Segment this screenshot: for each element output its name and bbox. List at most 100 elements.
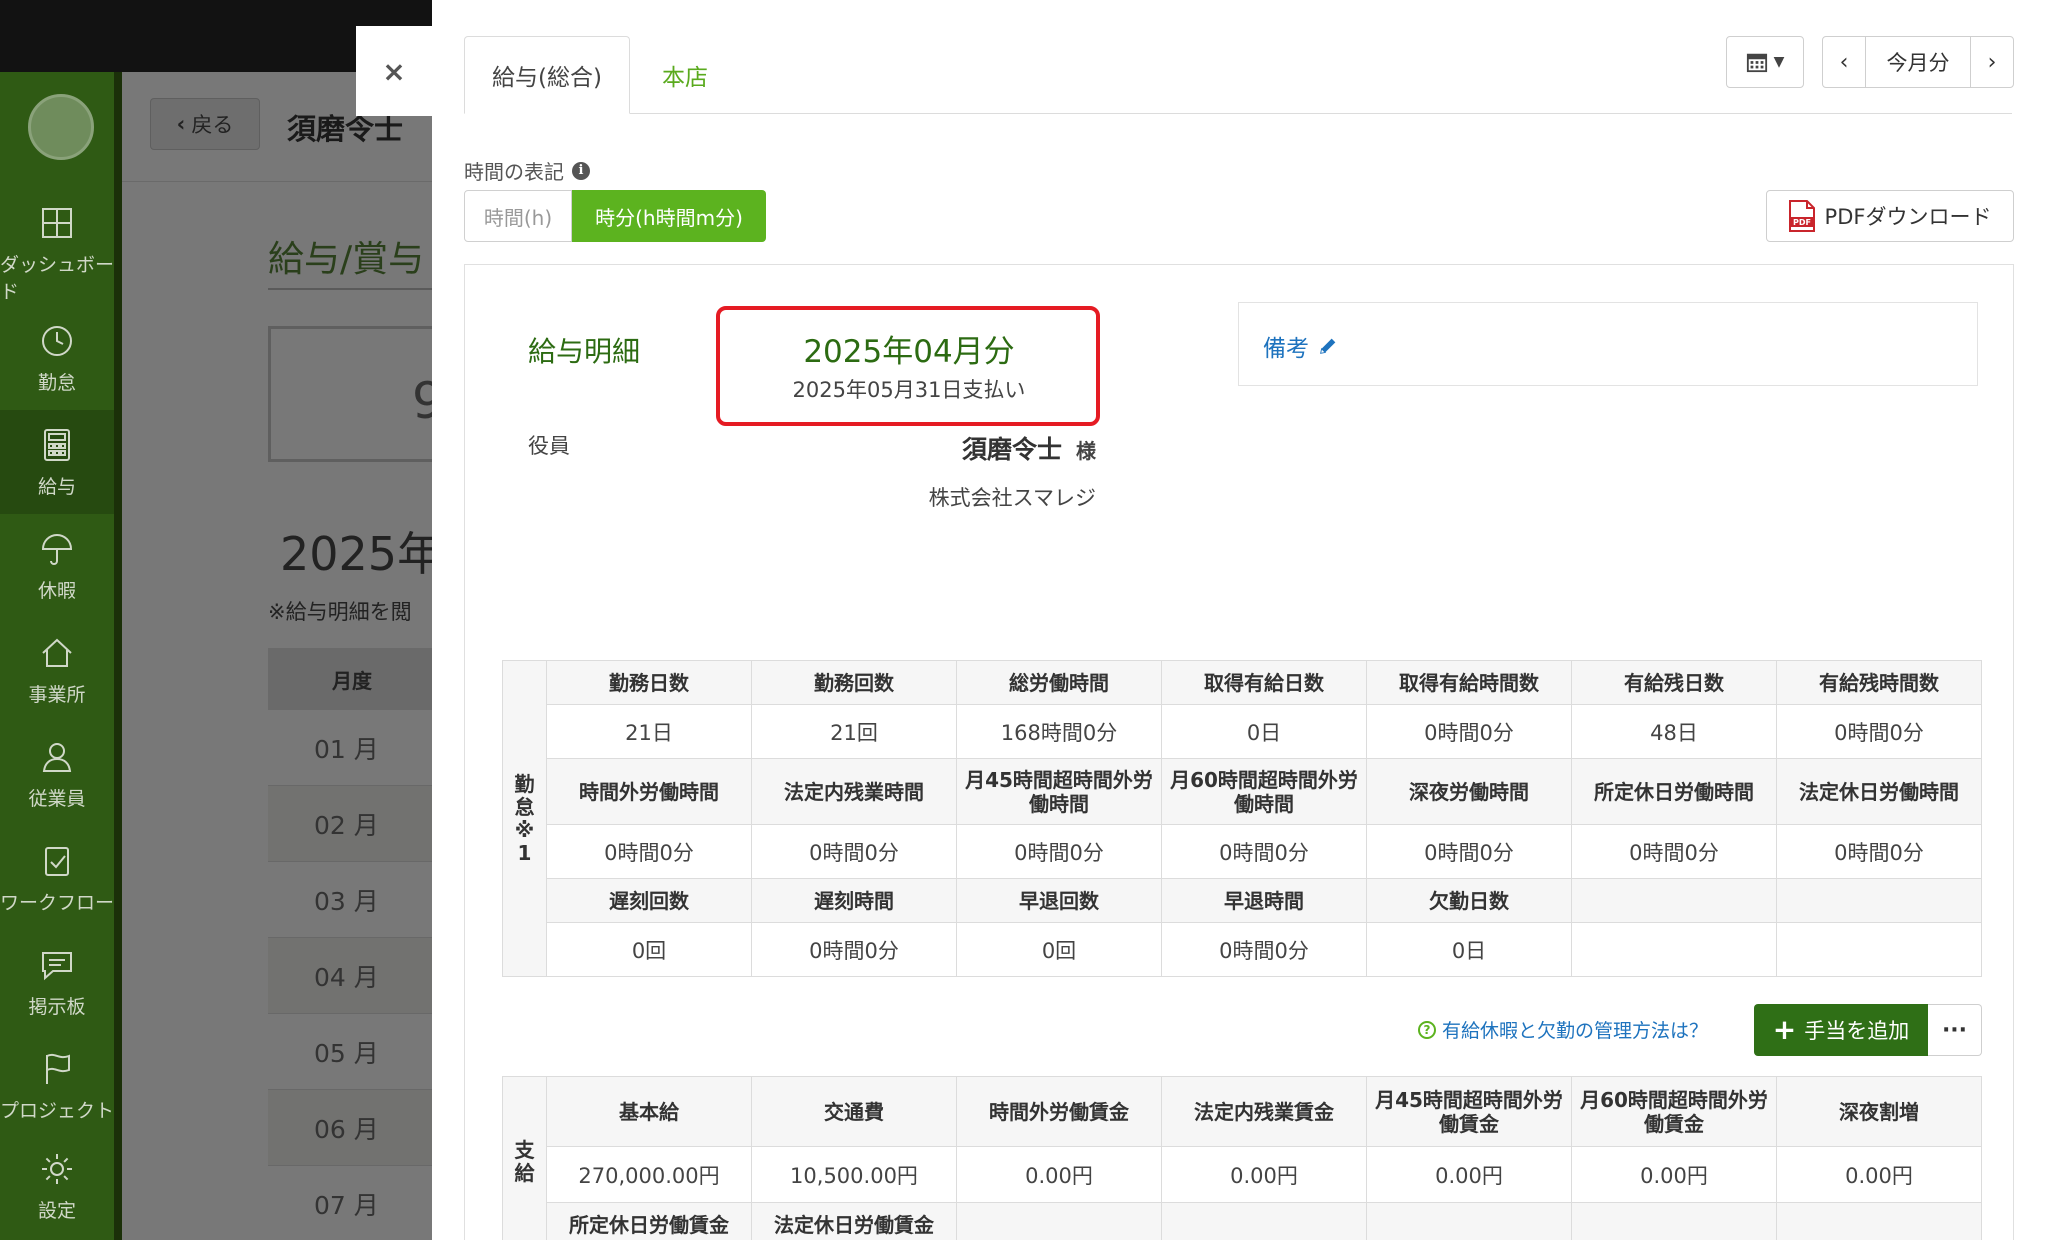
sidebar-item-4[interactable]: 休暇 (0, 514, 114, 618)
format-hours-button[interactable]: 時間(h) (464, 190, 572, 242)
month-row[interactable]: 01 月 (268, 710, 448, 786)
column-header: 所定休日労働時間 (1571, 758, 1777, 825)
table-cell: 0.00円 (956, 1146, 1162, 1203)
umbrella-icon (38, 530, 76, 568)
sidebar-item-2[interactable]: 勤怠 (0, 306, 114, 410)
tab-salary-total[interactable]: 給与(総合) (464, 36, 630, 114)
honorific: 様 (1076, 439, 1096, 463)
remarks-edit-link[interactable]: 備考 (1263, 329, 1339, 363)
table-row: 0回 0時間0分 0回 0時間0分 0日 (503, 922, 1982, 977)
table-cell: 0回 (546, 922, 752, 977)
table-row: 270,000.00円 10,500.00円 0.00円 0.00円 0.00円 0.00… (503, 1146, 1982, 1203)
month-navigation: ‹ 今月分 › (1822, 36, 2014, 88)
format-hours-minutes-button[interactable]: 時分(h時間m分) (572, 190, 766, 242)
sidebar-item-10[interactable]: 設定 (0, 1134, 114, 1238)
column-header: 勤務日数 (546, 660, 752, 705)
table-cell: 0時間0分 (751, 922, 957, 977)
column-header: 基本給 (546, 1076, 752, 1147)
column-header: 取得有給日数 (1161, 660, 1367, 705)
chevron-left-icon: ‹ (1839, 49, 1849, 75)
pdf-download-label: PDFダウンロード (1824, 205, 1992, 229)
month-row[interactable]: 04 月 (268, 938, 448, 1014)
month-row[interactable]: 07 月 (268, 1166, 448, 1240)
column-header: 勤務回数 (751, 660, 957, 705)
table-cell: 0時間0分 (1366, 824, 1572, 879)
add-allowance-label: 手当を追加 (1804, 1019, 1910, 1043)
avatar[interactable] (28, 94, 94, 160)
table-cell: 0時間0分 (1571, 824, 1777, 879)
table-cell: 0時間0分 (956, 824, 1162, 879)
user-icon (38, 738, 76, 776)
employee-role: 役員 (528, 434, 570, 458)
column-header: 欠勤日数 (1366, 878, 1572, 923)
current-month-button[interactable]: 今月分 (1865, 37, 1971, 87)
month-row[interactable]: 03 月 (268, 862, 448, 938)
column-header: 月60時間超時間外労働時間 (1161, 758, 1367, 825)
prev-month-button[interactable]: ‹ (1823, 37, 1865, 87)
column-header: 早退時間 (1161, 878, 1367, 923)
table-cell: 270,000.00円 (546, 1146, 752, 1203)
time-format-label: 時間の表記 i (464, 156, 590, 185)
month-row[interactable]: 06 月 (268, 1090, 448, 1166)
column-header: 深夜割増 (1776, 1076, 1982, 1147)
sidebar-item-1[interactable]: ダッシュボード (0, 202, 114, 306)
column-header (1571, 1202, 1777, 1240)
company-name: 株式会社スマレジ (928, 486, 1096, 510)
column-header: 遅刻回数 (546, 878, 752, 923)
info-icon[interactable]: i (572, 161, 590, 180)
sidebar-item-label: 従業員 (28, 787, 86, 810)
dashboard-icon (38, 204, 76, 242)
close-icon: × (382, 54, 406, 88)
caret-down-icon: ▼ (1773, 54, 1785, 70)
svg-text:PDF: PDF (1793, 218, 1811, 227)
payment-date: 2025年05月31日支払い (792, 378, 1026, 402)
column-header (1161, 1202, 1367, 1240)
table-row: 0時間0分 0時間0分 0時間0分 0時間0分 0時間0分 0時間0分 0時間0分 (503, 824, 1982, 879)
table-cell: 0日 (1161, 704, 1367, 759)
sidebar-item-3[interactable]: 給与 (0, 410, 114, 514)
column-header: 早退回数 (956, 878, 1162, 923)
sidebar-item-5[interactable]: 事業所 (0, 618, 114, 722)
sidebar-item-label: 勤怠 (37, 371, 76, 394)
table-cell: 0時間0分 (1776, 824, 1982, 879)
tab-main-store[interactable]: 本店 (630, 36, 740, 114)
close-button[interactable]: × (356, 26, 432, 116)
section-label: 支給 (502, 1076, 547, 1240)
employee-name: 須磨令士 (961, 435, 1062, 464)
next-month-button[interactable]: › (1971, 37, 2013, 87)
table-cell: 0時間0分 (546, 824, 752, 879)
time-format-label-text: 時間の表記 (464, 160, 564, 184)
calendar-dropdown-button[interactable]: ▼ (1726, 36, 1804, 88)
sidebar-item-label: 設定 (37, 1199, 76, 1222)
sidebar-scrollbar[interactable] (114, 72, 122, 1240)
column-header (956, 1202, 1162, 1240)
time-format-toggle: 時間(h) 時分(h時間m分) (464, 190, 766, 242)
clock-icon (38, 322, 76, 360)
sidebar-item-7[interactable]: ワークフロー (0, 826, 114, 930)
paid-leave-help-link[interactable]: ? 有給休暇と欠勤の管理方法は？ (1418, 1016, 1708, 1043)
sidebar-item-label: 事業所 (28, 683, 86, 706)
sidebar-item-9[interactable]: プロジェクト (0, 1034, 114, 1138)
table-cell: 0時間0分 (1161, 922, 1367, 977)
column-header (1366, 1202, 1572, 1240)
back-button[interactable]: ‹ 戻る (150, 98, 260, 150)
sidebar-item-8[interactable]: 掲示板 (0, 930, 114, 1034)
table-cell: 168時間0分 (956, 704, 1162, 759)
column-header (1776, 1202, 1982, 1240)
add-allowance-button[interactable]: + 手当を追加 (1754, 1004, 1928, 1056)
column-header (1571, 878, 1777, 923)
month-row[interactable]: 02 月 (268, 786, 448, 862)
table-cell: 21日 (546, 704, 752, 759)
help-link-label: 有給休暇と欠勤の管理方法は？ (1442, 1020, 1709, 1042)
month-row[interactable]: 05 月 (268, 1014, 448, 1090)
more-options-button[interactable]: ··· (1928, 1004, 1982, 1056)
column-header: 時間外労働賃金 (956, 1076, 1162, 1147)
pdf-file-icon: PDF (1788, 200, 1815, 232)
pencil-icon (1320, 338, 1336, 354)
table-cell: 0時間0分 (1776, 704, 1982, 759)
sidebar-item-6[interactable]: 従業員 (0, 722, 114, 826)
column-header: 交通費 (751, 1076, 957, 1147)
table-cell (1571, 922, 1777, 977)
month-column-header: 月度 (268, 648, 448, 710)
pdf-download-button[interactable]: PDF PDFダウンロード (1766, 190, 2014, 242)
